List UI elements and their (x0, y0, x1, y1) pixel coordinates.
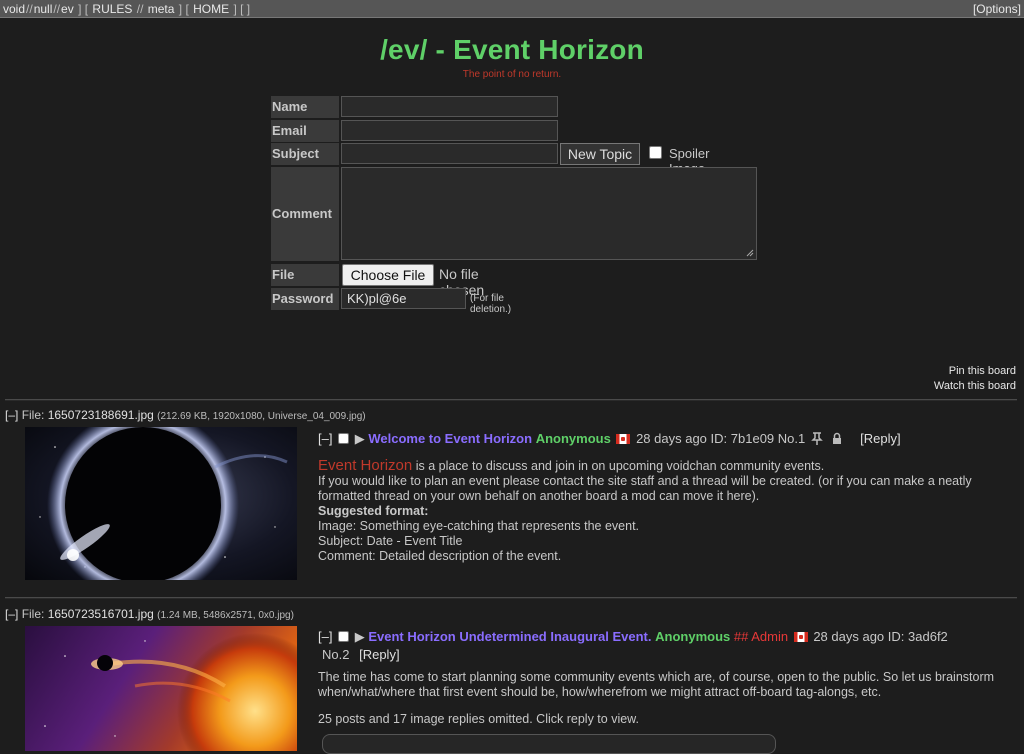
thread-1-file-meta: (212.69 KB, 1920x1080, Universe_04_009.j… (157, 411, 366, 422)
divider (5, 399, 1017, 401)
post-2-line-1: The time has come to start planning some… (318, 670, 995, 699)
omitted-notice: 25 posts and 17 image replies omitted. C… (318, 712, 639, 726)
name-input[interactable] (341, 96, 558, 117)
thread-2-file-info: [–] File: 1650723516701.jpg (1.24 MB, 54… (5, 607, 294, 621)
top-nav-bar: void//null//ev ] [ RULES // meta ] [ HOM… (0, 0, 1024, 18)
thread-1-file-info: [–] File: 1650723188691.jpg (212.69 KB, … (5, 408, 366, 422)
email-input[interactable] (341, 120, 558, 141)
canada-flag-icon (616, 434, 631, 444)
post-1-line-3: Image: Something eye-catching that repre… (318, 519, 640, 533)
thread-2-thumbnail[interactable] (25, 626, 297, 751)
thread-1-file-link[interactable]: 1650723188691.jpg (48, 408, 154, 422)
post-2-subject: Event Horizon Undetermined Inaugural Eve… (368, 629, 652, 644)
choose-file-button[interactable]: Choose File (342, 264, 434, 286)
password-input[interactable]: KK)pl@6e (341, 288, 466, 309)
email-label: Email (271, 120, 339, 142)
password-hint: (For file deletion.) (470, 293, 512, 315)
thread-2-post-header-cont: No.2 [Reply] (322, 646, 400, 664)
options-link[interactable]: Options (976, 2, 1017, 16)
nav-link-meta[interactable]: meta (148, 2, 175, 16)
post-1-heading: Suggested format: (318, 504, 429, 518)
nav-link-rules[interactable]: RULES (92, 2, 132, 16)
new-topic-button[interactable]: New Topic (560, 143, 640, 165)
thread-2-post-header: [–] ▶ Event Horizon Undetermined Inaugur… (318, 628, 1008, 646)
watch-board-link[interactable]: Watch this board (934, 379, 1016, 394)
post-1-line-4: Subject: Date - Event Title (318, 534, 463, 548)
divider (5, 597, 1017, 599)
comment-textarea[interactable] (341, 167, 757, 260)
thread-1-thumbnail[interactable] (25, 427, 297, 580)
post-2-capcode: ## Admin (733, 629, 789, 644)
board-actions: Pin this board Watch this board (934, 364, 1016, 394)
comment-label: Comment (271, 167, 339, 261)
pin-board-link[interactable]: Pin this board (934, 364, 1016, 379)
post-2-select-checkbox[interactable] (338, 631, 350, 642)
file-prefix: File: (21, 408, 45, 422)
nav-link-void[interactable]: void (3, 2, 25, 16)
post-1-line-1: is a place to discuss and join in on upc… (412, 459, 825, 473)
file-prefix: File: (21, 607, 45, 621)
subject-input[interactable] (341, 143, 558, 164)
thread-2-body: The time has come to start planning some… (318, 670, 998, 700)
thread-1-body: Event Horizon is a place to discuss and … (318, 458, 1008, 564)
resize-handle-icon[interactable] (746, 249, 754, 257)
post-2-time: 28 days ago (813, 629, 885, 644)
thread-2-hide-toggle[interactable]: [–] (5, 607, 18, 621)
post-1-hide-toggle[interactable]: [–] (318, 431, 332, 446)
post-1-id[interactable]: ID: 7b1e09 (711, 431, 775, 446)
thread-1-post-header: [–] ▶ Welcome to Event Horizon Anonymous… (318, 430, 901, 448)
post-2-hide-toggle[interactable]: [–] (318, 629, 332, 644)
post-2-menu-icon[interactable]: ▶ (355, 629, 365, 644)
post-2-number[interactable]: No.2 (322, 647, 349, 662)
board-subtitle: The point of no return. (462, 69, 562, 80)
canada-flag-icon (793, 632, 808, 642)
post-1-subject: Welcome to Event Horizon (368, 431, 533, 446)
lock-icon (832, 432, 841, 444)
board-links: void//null//ev ] [ RULES // meta ] [ HOM… (3, 2, 251, 16)
spoiler-checkbox[interactable] (649, 146, 662, 159)
nav-link-home[interactable]: HOME (193, 2, 229, 16)
post-1-line-2: If you would like to plan an event pleas… (318, 474, 972, 503)
post-1-line-5: Comment: Detailed description of the eve… (318, 549, 562, 563)
pin-icon (811, 432, 823, 445)
options-link-wrap: [Options] (972, 2, 1021, 16)
file-label: File (271, 264, 339, 286)
post-1-highlight: Event Horizon (318, 457, 413, 474)
post-1-number[interactable]: No.1 (778, 431, 805, 446)
post-2-id[interactable]: ID: 3ad6f2 (888, 629, 948, 644)
post-1-select-checkbox[interactable] (338, 433, 350, 444)
name-label: Name (271, 96, 339, 118)
subject-label: Subject (271, 143, 339, 165)
reply-preview (322, 734, 776, 754)
board-title: /ev/ - Event Horizon (380, 34, 644, 65)
thread-2-reply-link[interactable]: [Reply] (359, 647, 399, 662)
nav-link-null[interactable]: null (34, 2, 53, 16)
thread-1-reply-link[interactable]: [Reply] (860, 431, 900, 446)
password-label: Password (271, 288, 339, 310)
nav-link-ev[interactable]: ev (61, 2, 74, 16)
thread-1-hide-toggle[interactable]: [–] (5, 408, 18, 422)
post-2-name: Anonymous (655, 629, 731, 644)
post-1-name: Anonymous (535, 431, 611, 446)
thread-2-file-meta: (1.24 MB, 5486x2571, 0x0.jpg) (157, 610, 294, 621)
thread-2-file-link[interactable]: 1650723516701.jpg (48, 607, 154, 621)
post-1-menu-icon[interactable]: ▶ (355, 431, 365, 446)
post-1-time: 28 days ago (636, 431, 707, 446)
